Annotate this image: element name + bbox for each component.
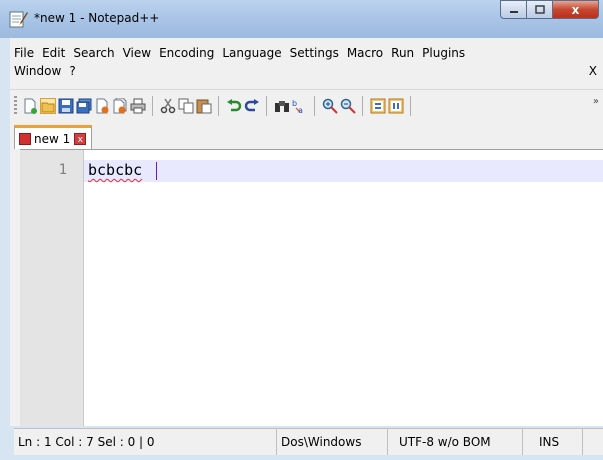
notepad-app-icon	[9, 11, 28, 28]
maximize-icon	[534, 5, 545, 14]
tab-close-icon[interactable]: x	[74, 132, 87, 145]
menu-file[interactable]: File	[14, 46, 34, 64]
sync-horizontal-icon[interactable]	[388, 98, 404, 114]
close-document-button[interactable]: X	[589, 64, 597, 78]
copy-icon[interactable]	[178, 98, 194, 114]
save-icon[interactable]	[58, 98, 74, 114]
line-number: 1	[58, 162, 67, 178]
menu-language[interactable]: Language	[222, 46, 281, 64]
tab-new-1[interactable]: new 1 x	[14, 125, 92, 149]
open-file-icon[interactable]	[40, 98, 56, 114]
toolbar-grip[interactable]	[14, 96, 17, 116]
close-window-button[interactable]: x	[553, 0, 599, 19]
menu-window[interactable]: Window	[14, 64, 61, 82]
menu-row-1: File Edit Search View Encoding Language …	[14, 46, 473, 64]
window-frame-left	[0, 38, 10, 460]
toolbar-separator	[410, 96, 411, 116]
menu-row-2: Window ?	[14, 64, 84, 82]
toolbar-separator	[266, 96, 267, 116]
print-icon[interactable]	[130, 98, 146, 114]
notepad-window: *new 1 - Notepad++ x File Edit Search Vi…	[0, 0, 603, 460]
minimize-button[interactable]	[500, 0, 527, 19]
status-bar: Ln : 1 Col : 7 Sel : 0 | 0 Dos\Windows U…	[14, 428, 603, 455]
close-icon: x	[571, 2, 580, 17]
toolbar-separator	[218, 96, 219, 116]
menu-view[interactable]: View	[123, 46, 151, 64]
menu-encoding[interactable]: Encoding	[159, 46, 214, 64]
redo-icon[interactable]	[244, 98, 260, 114]
caption-buttons: x	[500, 0, 599, 20]
zoom-out-icon[interactable]	[340, 98, 356, 114]
status-encoding: UTF-8 w/o BOM	[388, 429, 523, 455]
save-all-icon[interactable]	[76, 98, 92, 114]
menu-run[interactable]: Run	[391, 46, 414, 64]
editor-text[interactable]: bcbcbc	[88, 161, 142, 179]
menu-bar: File Edit Search View Encoding Language …	[10, 38, 603, 89]
close-icon[interactable]	[94, 98, 110, 114]
toolbar-separator	[314, 96, 315, 116]
find-icon[interactable]	[274, 98, 290, 114]
current-line-highlight	[84, 160, 603, 182]
paste-icon[interactable]	[196, 98, 212, 114]
cut-icon[interactable]	[160, 98, 176, 114]
maximize-button[interactable]	[527, 0, 553, 19]
menu-search[interactable]: Search	[73, 46, 114, 64]
undo-icon[interactable]	[226, 98, 242, 114]
line-number-gutter: 1	[20, 150, 84, 426]
status-insert-mode: INS	[523, 429, 583, 455]
title-bar[interactable]: *new 1 - Notepad++ x	[0, 0, 603, 39]
menu-plugins[interactable]: Plugins	[422, 46, 465, 64]
status-eol-format: Dos\Windows	[277, 429, 388, 455]
toolbar-separator	[362, 96, 363, 116]
sync-vertical-icon[interactable]	[370, 98, 386, 114]
toolbar: ba »	[10, 89, 603, 122]
menu-edit[interactable]: Edit	[42, 46, 65, 64]
menu-settings[interactable]: Settings	[290, 46, 339, 64]
tab-bar: new 1 x	[10, 121, 603, 150]
window-title: *new 1 - Notepad++	[34, 11, 160, 25]
menu-macro[interactable]: Macro	[347, 46, 383, 64]
tab-label: new 1	[34, 131, 71, 146]
editor-area[interactable]: 1 bcbcbc	[20, 150, 603, 426]
toolbar-overflow-button[interactable]: »	[593, 96, 599, 107]
text-caret	[156, 162, 157, 180]
status-cursor-position: Ln : 1 Col : 7 Sel : 0 | 0	[14, 429, 277, 455]
editor-left-frame	[10, 149, 20, 426]
zoom-in-icon[interactable]	[322, 98, 338, 114]
svg-text:b: b	[292, 99, 297, 108]
new-file-icon[interactable]	[22, 98, 38, 114]
toolbar-separator	[152, 96, 153, 116]
menu-help[interactable]: ?	[69, 64, 75, 82]
close-all-icon[interactable]	[112, 98, 128, 114]
replace-icon[interactable]: ba	[292, 98, 308, 114]
svg-text:a: a	[298, 106, 303, 114]
minimize-icon	[509, 10, 518, 13]
unsaved-file-icon	[19, 132, 31, 145]
